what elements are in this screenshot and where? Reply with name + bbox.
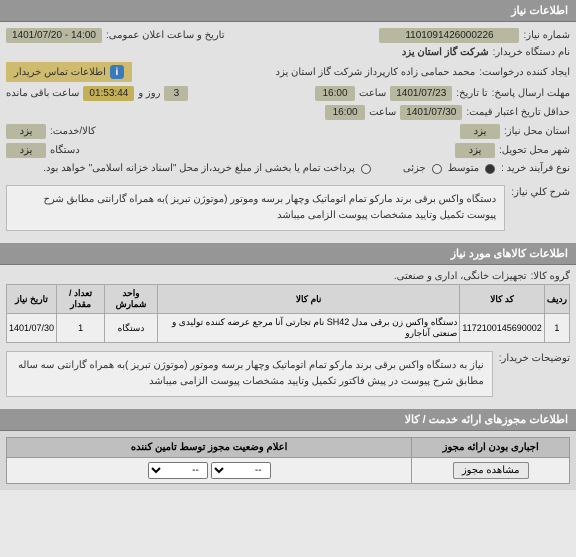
permits-body: اجباری بودن ارائه مجوز اعلام وضعیت مجوز …: [0, 431, 576, 490]
requester-value: محمد حمامی زاده کارپرداز شرکت گاز استان …: [276, 67, 476, 78]
radio-small[interactable]: [432, 164, 442, 174]
device-label: دستگاه: [50, 145, 80, 156]
ann-datetime-label: تاریخ و ساعت اعلان عمومی:: [106, 30, 225, 41]
need-desc-label: شرح کلي نياز:: [511, 181, 570, 198]
hour-label-2: ساعت: [369, 107, 396, 118]
th-unit: واحد شمارش: [105, 285, 158, 314]
send-date-value: 1401/07/23: [390, 86, 452, 101]
radio-small-label: جزئی: [403, 163, 426, 174]
need-info-header: اطلاعات نیاز: [0, 0, 576, 22]
requester-label: ایجاد کننده درخواست:: [479, 67, 570, 78]
hour-label-1: ساعت: [359, 88, 386, 99]
td-name: دستگاه واکس زن برقی مدل SH42 نام تجارتی …: [157, 314, 459, 343]
until-label: تا تاریخ:: [456, 88, 487, 99]
td-unit: دستگاه: [105, 314, 158, 343]
view-permit-button[interactable]: مشاهده مجوز: [453, 462, 529, 479]
permit-row: مشاهده مجوز -- --: [7, 458, 570, 484]
goods-group-value: تجهیزات خانگی، اداری و صنعتی.: [394, 271, 527, 282]
goods-group-label: گروه کالا:: [531, 271, 570, 282]
remaining-label: ساعت باقی مانده: [6, 88, 79, 99]
buyer-notes-value: نیاز به دستگاه واکس برقی برند مارکو تمام…: [6, 351, 493, 397]
td-qty: 1: [57, 314, 105, 343]
partial-pay-label: پرداخت تمام یا بخشی از مبلغ خرید،از محل …: [43, 163, 355, 174]
th-code: کد کالا: [460, 285, 544, 314]
validity-hour-value: 16:00: [325, 105, 365, 120]
th-permit-status: اعلام وضعیت مجوز توسط تامین کننده: [7, 438, 412, 458]
items-header-row: ردیف کد کالا نام کالا واحد شمارش تعداد /…: [7, 285, 570, 314]
buyer-value: شرکت گاز استان یزد: [402, 47, 489, 58]
th-idx: ردیف: [544, 285, 569, 314]
send-time-label: مهلت ارسال پاسخ:: [492, 88, 570, 99]
contact-bar[interactable]: i اطلاعات تماس خریدار: [6, 62, 132, 82]
days-value: 3: [164, 86, 188, 101]
buyer-notes-label: توضیحات خریدار:: [499, 347, 570, 364]
need-no-label: شماره نیاز:: [523, 30, 570, 41]
need-desc-value: دستگاه واکس برقی برند مارکو تمام اتوماتی…: [6, 185, 505, 231]
th-qty: تعداد / مقدار: [57, 285, 105, 314]
goods-info-header: اطلاعات کالاهای مورد نیاز: [0, 243, 576, 265]
validity-date-value: 1401/07/30: [400, 105, 462, 120]
td-permit-selects: -- --: [7, 458, 412, 484]
permit-select-2[interactable]: --: [148, 462, 208, 479]
radio-mid-label: متوسط: [448, 163, 479, 174]
th-date: تاریخ نیاز: [7, 285, 57, 314]
th-mandatory: اجباری بودن ارائه مجوز: [412, 438, 570, 458]
city-need-label: استان محل نیاز:: [504, 126, 570, 137]
city-deliver-label: شهر محل تحویل:: [499, 145, 570, 156]
table-row: 1 1172100145690002 دستگاه واکس زن برقی م…: [7, 314, 570, 343]
buyer-label: نام دستگاه خریدار:: [493, 47, 570, 58]
day-and-label: روز و: [138, 88, 160, 99]
permits-table: اجباری بودن ارائه مجوز اعلام وضعیت مجوز …: [6, 437, 570, 484]
radio-mid[interactable]: [485, 164, 495, 174]
td-idx: 1: [544, 314, 569, 343]
countdown-value: 01:53:44: [83, 86, 134, 101]
min-validity-label: حداقل تاریخ اعتبار قیمت:: [466, 107, 570, 118]
need-no-value: 1101091426000226: [379, 28, 519, 43]
th-name: نام کالا: [157, 285, 459, 314]
td-view-permit: مشاهده مجوز: [412, 458, 570, 484]
city-deliver-value: یزد: [455, 143, 495, 158]
send-hour-value: 16:00: [315, 86, 355, 101]
goods-service-value: یزد: [6, 124, 46, 139]
td-date: 1401/07/30: [7, 314, 57, 343]
td-code: 1172100145690002: [460, 314, 544, 343]
buy-type-label: نوع فرآیند خرید :: [501, 163, 570, 174]
city-need-value: یزد: [460, 124, 500, 139]
items-table: ردیف کد کالا نام کالا واحد شمارش تعداد /…: [6, 284, 570, 343]
need-info-body: شماره نیاز: 1101091426000226 تاریخ و ساع…: [0, 22, 576, 409]
ann-time-value: 14:00 - 1401/07/20: [6, 28, 102, 43]
partial-pay-check[interactable]: [361, 164, 371, 174]
device-value: یزد: [6, 143, 46, 158]
goods-service-label: کالا/خدمت:: [50, 126, 96, 137]
info-icon: i: [110, 65, 124, 79]
permit-select-1[interactable]: --: [211, 462, 271, 479]
permits-header: اطلاعات مجوزهای ارائه خدمت / کالا: [0, 409, 576, 431]
contact-label: اطلاعات تماس خریدار: [14, 67, 106, 78]
